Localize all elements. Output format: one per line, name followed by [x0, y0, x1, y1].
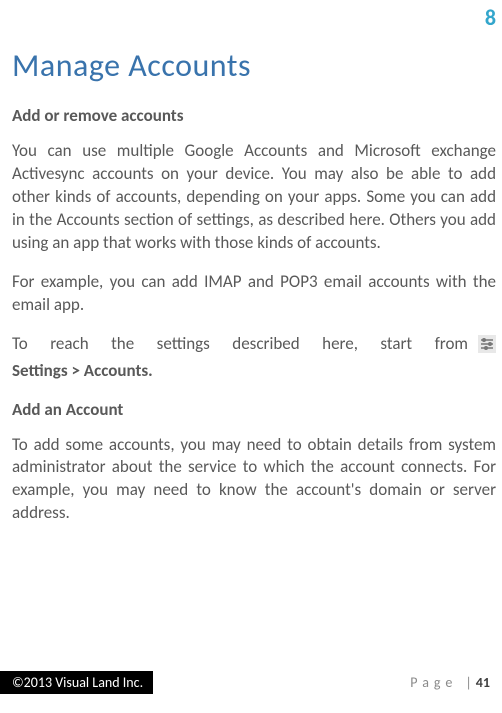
footer-page-number: 41 [476, 674, 502, 691]
footer-divider: | [461, 674, 475, 691]
settings-breadcrumb: Settings > Accounts. [12, 360, 496, 381]
paragraph-add-account: To add some accounts, you may need to ob… [12, 434, 496, 526]
corner-page-number: 8 [485, 4, 496, 31]
section-heading-add-account: Add an Account [12, 399, 496, 420]
settings-slider-icon [478, 335, 496, 353]
paragraph-example: For example, you can add IMAP and POP3 e… [12, 271, 496, 317]
footer-copyright: ©2013 Visual Land Inc. [0, 671, 153, 694]
footer-page-label: Page [410, 674, 461, 691]
page-title: Manage Accounts [12, 46, 496, 85]
page-footer: ©2013 Visual Land Inc. Page | 41 [0, 671, 502, 693]
page-content: Manage Accounts Add or remove accounts Y… [0, 0, 502, 525]
settings-instruction-text: To reach the settings described here, st… [12, 333, 468, 356]
settings-instruction-block: To reach the settings described here, st… [12, 333, 496, 381]
section-heading-add-remove: Add or remove accounts [12, 105, 496, 126]
paragraph-intro: You can use multiple Google Accounts and… [12, 140, 496, 255]
